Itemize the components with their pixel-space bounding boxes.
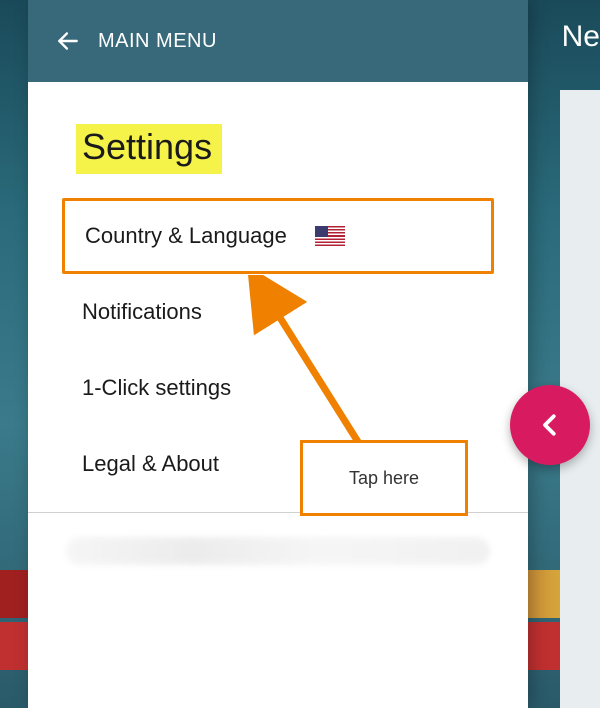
menu-item-country-language[interactable]: Country & Language <box>62 198 494 274</box>
menu-item-label: 1-Click settings <box>82 375 231 401</box>
blurred-row <box>66 537 490 565</box>
chevron-left-icon <box>535 410 565 440</box>
menu-item-1click-settings[interactable]: 1-Click settings <box>62 350 494 426</box>
us-flag-icon <box>315 226 345 246</box>
partial-text: Ne <box>552 20 600 54</box>
tap-here-callout: Tap here <box>300 440 468 516</box>
fab-back-button[interactable] <box>510 385 590 465</box>
section-title-settings: Settings <box>76 124 222 174</box>
menu-item-label: Notifications <box>82 299 202 325</box>
navigation-drawer: MAIN MENU Settings Country & Language No… <box>28 0 528 708</box>
drawer-content: Settings Country & Language Notification… <box>28 82 528 708</box>
callout-text: Tap here <box>349 468 419 489</box>
back-arrow-icon[interactable] <box>52 25 84 57</box>
menu-item-label: Country & Language <box>85 223 287 249</box>
menu-item-label: Legal & About <box>82 451 219 477</box>
drawer-header: MAIN MENU <box>28 0 528 82</box>
drawer-header-title: MAIN MENU <box>98 30 217 53</box>
menu-item-notifications[interactable]: Notifications <box>62 274 494 350</box>
